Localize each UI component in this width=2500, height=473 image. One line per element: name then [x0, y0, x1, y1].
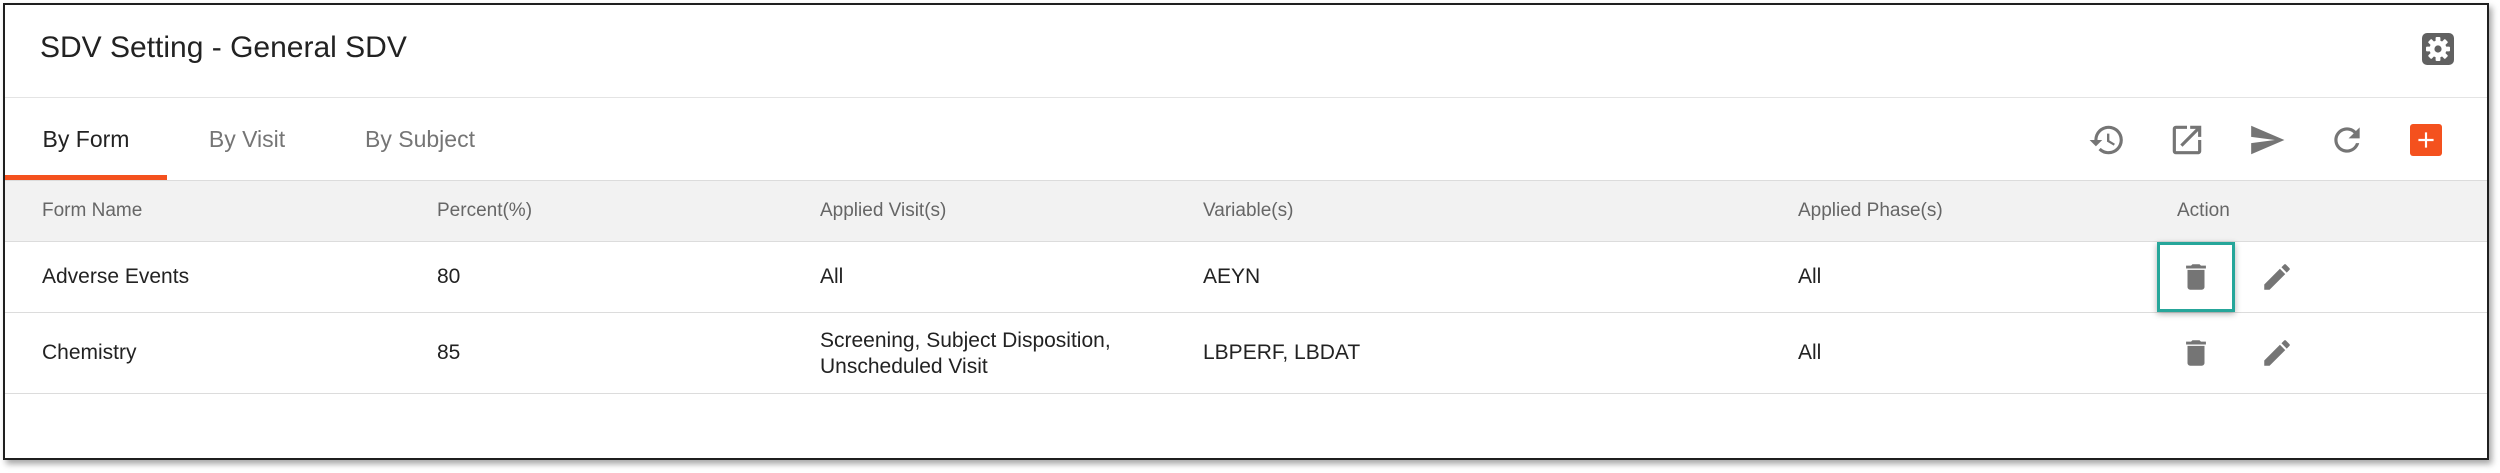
column-header-applied-phases[interactable]: Applied Phase(s)	[1798, 181, 1943, 241]
form-name-cell: Adverse Events	[42, 265, 190, 288]
delete-icon[interactable]	[2176, 257, 2216, 297]
history-icon[interactable]	[2087, 120, 2127, 160]
table-row: Adverse Events 80 All AEYN All	[5, 242, 2487, 313]
refresh-icon[interactable]	[2327, 120, 2367, 160]
percent-cell: 80	[437, 265, 461, 288]
open-in-new-icon[interactable]	[2167, 120, 2207, 160]
tab-by-form[interactable]: By Form	[5, 98, 167, 180]
send-icon[interactable]	[2247, 120, 2287, 160]
column-header-applied-visits[interactable]: Applied Visit(s)	[820, 181, 946, 241]
percent-cell: 85	[437, 341, 461, 364]
column-header-form-name[interactable]: Form Name	[42, 181, 142, 241]
applied-phases-cell: All	[1798, 265, 1822, 288]
applied-visits-cell: Screening, Subject Disposition, Unschedu…	[820, 328, 1111, 380]
add-icon[interactable]	[2410, 124, 2442, 156]
applied-visits-line: Screening, Subject Disposition,	[820, 329, 1111, 352]
gear-icon[interactable]	[2421, 32, 2455, 66]
delete-icon[interactable]	[2176, 333, 2216, 373]
table-row: Chemistry 85 Screening, Subject Disposit…	[5, 313, 2487, 394]
edit-icon[interactable]	[2257, 333, 2297, 373]
panel-header: SDV Setting - General SDV	[5, 5, 2487, 98]
variables-cell: LBPERF, LBDAT	[1203, 341, 1361, 364]
tab-by-subject[interactable]: By Subject	[345, 98, 495, 180]
column-header-action: Action	[2177, 200, 2230, 221]
edit-icon[interactable]	[2257, 257, 2297, 297]
column-header-percent[interactable]: Percent(%)	[437, 181, 532, 241]
variables-cell: AEYN	[1203, 265, 1261, 288]
tab-by-visit[interactable]: By Visit	[187, 98, 307, 180]
applied-visits-line: Unscheduled Visit	[820, 355, 988, 378]
table-header: Form Name Percent(%) Applied Visit(s) Va…	[5, 181, 2487, 242]
sdv-setting-panel: SDV Setting - General SDV By Form By Vis…	[3, 3, 2489, 460]
page-title: SDV Setting - General SDV	[40, 31, 407, 64]
applied-phases-cell: All	[1798, 341, 1822, 364]
column-header-variables[interactable]: Variable(s)	[1203, 181, 1293, 241]
applied-visits-cell: All	[820, 265, 844, 288]
tab-bar: By Form By Visit By Subject	[5, 98, 2487, 181]
form-name-cell: Chemistry	[42, 341, 137, 364]
